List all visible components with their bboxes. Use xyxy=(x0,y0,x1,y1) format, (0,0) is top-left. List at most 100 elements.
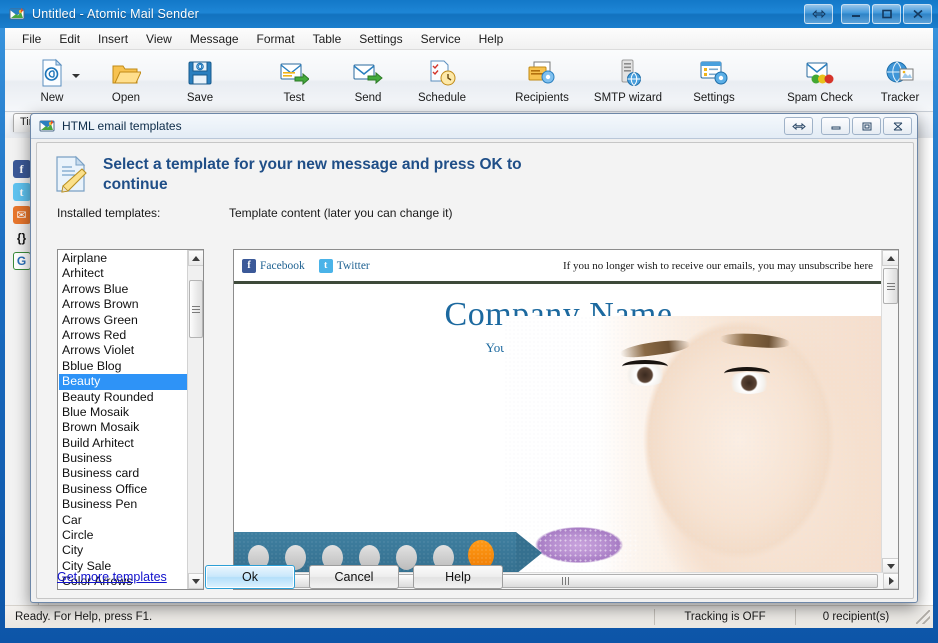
list-item[interactable]: Brown Mosaik xyxy=(59,420,187,435)
open-folder-icon xyxy=(111,57,141,89)
toolbar-settings-button[interactable]: Settings xyxy=(671,52,757,111)
menu-item-message[interactable]: Message xyxy=(181,29,248,49)
dialog-body: Select a template for your new message a… xyxy=(36,142,914,599)
statusbar: Ready. For Help, press F1. Tracking is O… xyxy=(5,605,933,628)
list-item[interactable]: Business xyxy=(59,451,187,466)
arrow-up-icon xyxy=(192,255,200,261)
list-item-selected[interactable]: Beauty xyxy=(59,374,187,390)
menu-item-file[interactable]: File xyxy=(13,29,50,49)
cancel-button[interactable]: Cancel xyxy=(309,565,399,589)
dialog-window-buttons xyxy=(782,117,912,135)
resize-grip[interactable] xyxy=(916,610,930,624)
toolbar-test-button[interactable]: Test xyxy=(257,52,331,111)
list-item[interactable]: Circle xyxy=(59,528,187,543)
toolbar-open-button[interactable]: Open xyxy=(89,52,163,111)
spam-check-icon xyxy=(805,57,835,89)
grip-icon xyxy=(886,282,895,290)
floppy-disk-icon xyxy=(186,57,214,89)
template-preview-pane[interactable]: f Facebook t Twitter If you no longer wi… xyxy=(233,249,899,590)
list-item[interactable]: Arrows Violet xyxy=(59,343,187,358)
menu-item-insert[interactable]: Insert xyxy=(89,29,137,49)
menu-item-settings[interactable]: Settings xyxy=(350,29,411,49)
menu-item-edit[interactable]: Edit xyxy=(50,29,89,49)
list-item[interactable]: Build Arhitect xyxy=(59,436,187,451)
dialog-titlebar: HTML email templates xyxy=(31,114,917,139)
facebook-icon[interactable]: f xyxy=(12,160,31,178)
preview-vertical-scrollbar[interactable] xyxy=(881,250,898,574)
dialog-footer: Get more templates Ok Cancel Help xyxy=(37,556,915,598)
smtp-server-icon xyxy=(613,57,643,89)
toolbar-recipients-button[interactable]: Recipients xyxy=(499,52,585,111)
toolbar-spam-check-label: Spam Check xyxy=(787,92,853,104)
template-social-bar: f Facebook t Twitter If you no longer wi… xyxy=(234,250,883,284)
list-item[interactable]: Beauty Rounded xyxy=(59,390,187,405)
macro-braces-icon[interactable]: {} xyxy=(13,229,31,247)
toolbar-schedule-button[interactable]: Schedule xyxy=(405,52,479,111)
twitter-icon[interactable]: t xyxy=(12,183,31,201)
list-item[interactable]: Arrows Brown xyxy=(59,297,187,312)
tracker-globe-icon xyxy=(885,57,915,89)
help-button[interactable]: Help xyxy=(413,565,503,589)
toolbar-tracker-button[interactable]: Tracker xyxy=(863,52,937,111)
list-item[interactable]: Bblue Blog xyxy=(59,359,187,374)
toolbar-group-config: Recipients SMTP wizard Settings xyxy=(499,52,757,111)
minimize-button[interactable] xyxy=(841,4,870,24)
toolbar-smtp-wizard-label: SMTP wizard xyxy=(593,92,663,104)
field-labels-row: Installed templates: Template content (l… xyxy=(37,204,913,224)
facebook-link[interactable]: f Facebook xyxy=(242,258,305,273)
dialog-close-button[interactable] xyxy=(883,117,912,135)
ok-button[interactable]: Ok xyxy=(205,565,295,589)
arrow-up-icon xyxy=(886,255,895,261)
template-list-items[interactable]: Airplane Arhitect Arrows Blue Arrows Bro… xyxy=(58,250,187,589)
maximize-button[interactable] xyxy=(872,4,901,24)
toolbar-smtp-wizard-button[interactable]: SMTP wizard xyxy=(585,52,671,111)
chevron-down-icon[interactable] xyxy=(72,74,80,78)
globe-icon[interactable]: G xyxy=(12,252,31,270)
scroll-up-button[interactable] xyxy=(188,250,203,266)
scroll-thumb[interactable] xyxy=(189,280,203,338)
mail-envelope-icon xyxy=(39,118,55,134)
facebook-icon: f xyxy=(242,258,256,273)
toolbar-send-label: Send xyxy=(354,92,382,104)
toolbar-save-label: Save xyxy=(186,92,214,104)
toolbar-save-button[interactable]: Save xyxy=(163,52,237,111)
menu-item-table[interactable]: Table xyxy=(304,29,351,49)
menu-item-service[interactable]: Service xyxy=(412,29,470,49)
dialog-minimize-button[interactable] xyxy=(821,117,850,135)
status-recipients: 0 recipient(s) xyxy=(822,611,890,623)
list-item[interactable]: Arrows Green xyxy=(59,313,187,328)
template-list-scrollbar[interactable] xyxy=(187,250,203,589)
preview-vscroll-thumb[interactable] xyxy=(883,268,898,304)
list-item[interactable]: Arrows Blue xyxy=(59,282,187,297)
preview-scroll-up-button[interactable] xyxy=(882,250,898,266)
list-item[interactable]: Arrows Red xyxy=(59,328,187,343)
list-item[interactable]: Arhitect xyxy=(59,266,187,281)
facebook-label: Facebook xyxy=(260,259,305,272)
toolbar-send-button[interactable]: Send xyxy=(331,52,405,111)
list-item[interactable]: Blue Mosaik xyxy=(59,405,187,420)
menu-item-format[interactable]: Format xyxy=(248,29,304,49)
menu-item-view[interactable]: View xyxy=(137,29,181,49)
list-item[interactable]: Business Pen xyxy=(59,497,187,512)
window-buttons xyxy=(802,4,932,24)
list-item[interactable]: Business card xyxy=(59,466,187,481)
test-mail-icon xyxy=(279,57,309,89)
list-item[interactable]: Airplane xyxy=(59,251,187,266)
close-button[interactable] xyxy=(903,4,932,24)
dialog-header: Select a template for your new message a… xyxy=(37,143,913,204)
envelope-icon[interactable]: ✉ xyxy=(12,206,31,224)
twitter-link[interactable]: t Twitter xyxy=(318,258,370,273)
restore-size-button[interactable] xyxy=(804,4,833,24)
menu-item-help[interactable]: Help xyxy=(470,29,513,49)
twitter-label: Twitter xyxy=(336,259,370,272)
unsubscribe-text[interactable]: If you no longer wish to receive our ema… xyxy=(563,260,873,272)
dialog-restore-button[interactable] xyxy=(784,117,813,135)
toolbar-new-button[interactable]: New xyxy=(15,52,89,111)
toolbar-spam-check-button[interactable]: Spam Check xyxy=(777,52,863,111)
installed-templates-listbox[interactable]: Airplane Arhitect Arrows Blue Arrows Bro… xyxy=(57,249,204,590)
list-item[interactable]: Car xyxy=(59,513,187,528)
list-item[interactable]: Business Office xyxy=(59,482,187,497)
get-more-templates-link[interactable]: Get more templates xyxy=(57,570,167,584)
dialog-maximize-button[interactable] xyxy=(852,117,881,135)
toolbar-recipients-label: Recipients xyxy=(515,92,569,104)
